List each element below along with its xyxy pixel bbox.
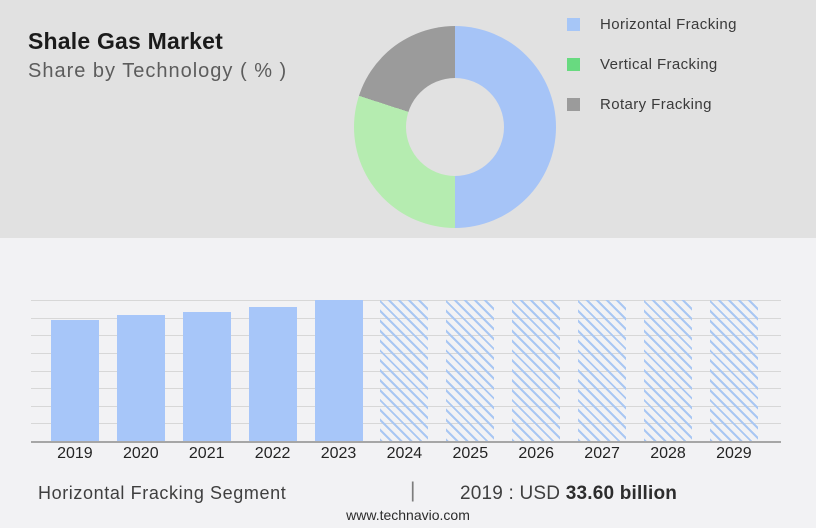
page-title: Shale Gas Market xyxy=(28,28,223,54)
x-tick-label: 2020 xyxy=(123,445,159,462)
x-tick-label: 2025 xyxy=(452,445,489,462)
segment-value-amount: 33.60 billion xyxy=(565,483,678,504)
x-tick-label: 2021 xyxy=(188,445,225,462)
x-tick-label: 2023 xyxy=(320,445,357,462)
page-subtitle: Share by Technology ( % ) xyxy=(28,60,288,82)
segment-caption: Horizontal Fracking Segment xyxy=(38,483,287,503)
legend-label: Rotary Fracking xyxy=(600,95,712,113)
segment-value: 2019 : USD 33.60 billion xyxy=(460,483,677,505)
x-tick-label: 2019 xyxy=(57,445,93,462)
bar-2022 xyxy=(248,307,297,441)
legend-item-horizontal-fracking: Horizontal Fracking xyxy=(567,15,737,33)
bar-2023 xyxy=(314,300,363,441)
x-tick-label: 2029 xyxy=(716,445,752,462)
x-axis-line xyxy=(31,441,781,443)
donut-section: Shale Gas Market Share by Technology ( %… xyxy=(0,0,816,238)
x-tick-label: 2024 xyxy=(386,445,423,462)
x-tick-label: 2028 xyxy=(650,445,686,462)
bar-2028-forecast xyxy=(644,300,692,441)
legend-swatch-green xyxy=(567,57,580,71)
x-tick-label: 2022 xyxy=(254,445,291,462)
legend-item-vertical-fracking: Vertical Fracking xyxy=(567,55,737,73)
bar-chart-section: 2019 2020 2021 2022 2023 2024 2025 2026 2027 2028… xyxy=(0,238,816,528)
caption-separator: | xyxy=(410,479,416,502)
bar-2025-forecast xyxy=(446,300,495,441)
x-axis-labels: 2019 2020 2021 2022 2023 2024 2025 2026 2027 2028… xyxy=(31,445,781,465)
bar-2024-forecast xyxy=(380,300,429,441)
bar-2021 xyxy=(182,312,231,441)
bar-plot xyxy=(31,300,781,443)
bar-2027-forecast xyxy=(578,300,627,441)
website-url: www.technavio.com xyxy=(346,507,470,523)
bar-2026-forecast xyxy=(512,300,561,441)
bar-2029-forecast xyxy=(709,300,758,441)
bar-2020 xyxy=(116,314,165,441)
x-tick-label: 2027 xyxy=(584,445,620,462)
legend-item-rotary-fracking: Rotary Fracking xyxy=(567,95,737,113)
legend-label: Vertical Fracking xyxy=(600,55,718,73)
legend-label: Horizontal Fracking xyxy=(600,15,737,33)
legend-swatch-gray xyxy=(567,97,580,111)
x-tick-label: 2026 xyxy=(518,445,554,462)
bar-2019 xyxy=(50,320,99,441)
infographic-page: Shale Gas Market Share by Technology ( %… xyxy=(0,0,816,528)
segment-value-prefix: 2019 : USD xyxy=(460,483,566,504)
legend-swatch-blue xyxy=(567,17,580,31)
legend: Horizontal Fracking Vertical Fracking Ro… xyxy=(567,16,737,136)
donut-chart xyxy=(354,26,556,228)
